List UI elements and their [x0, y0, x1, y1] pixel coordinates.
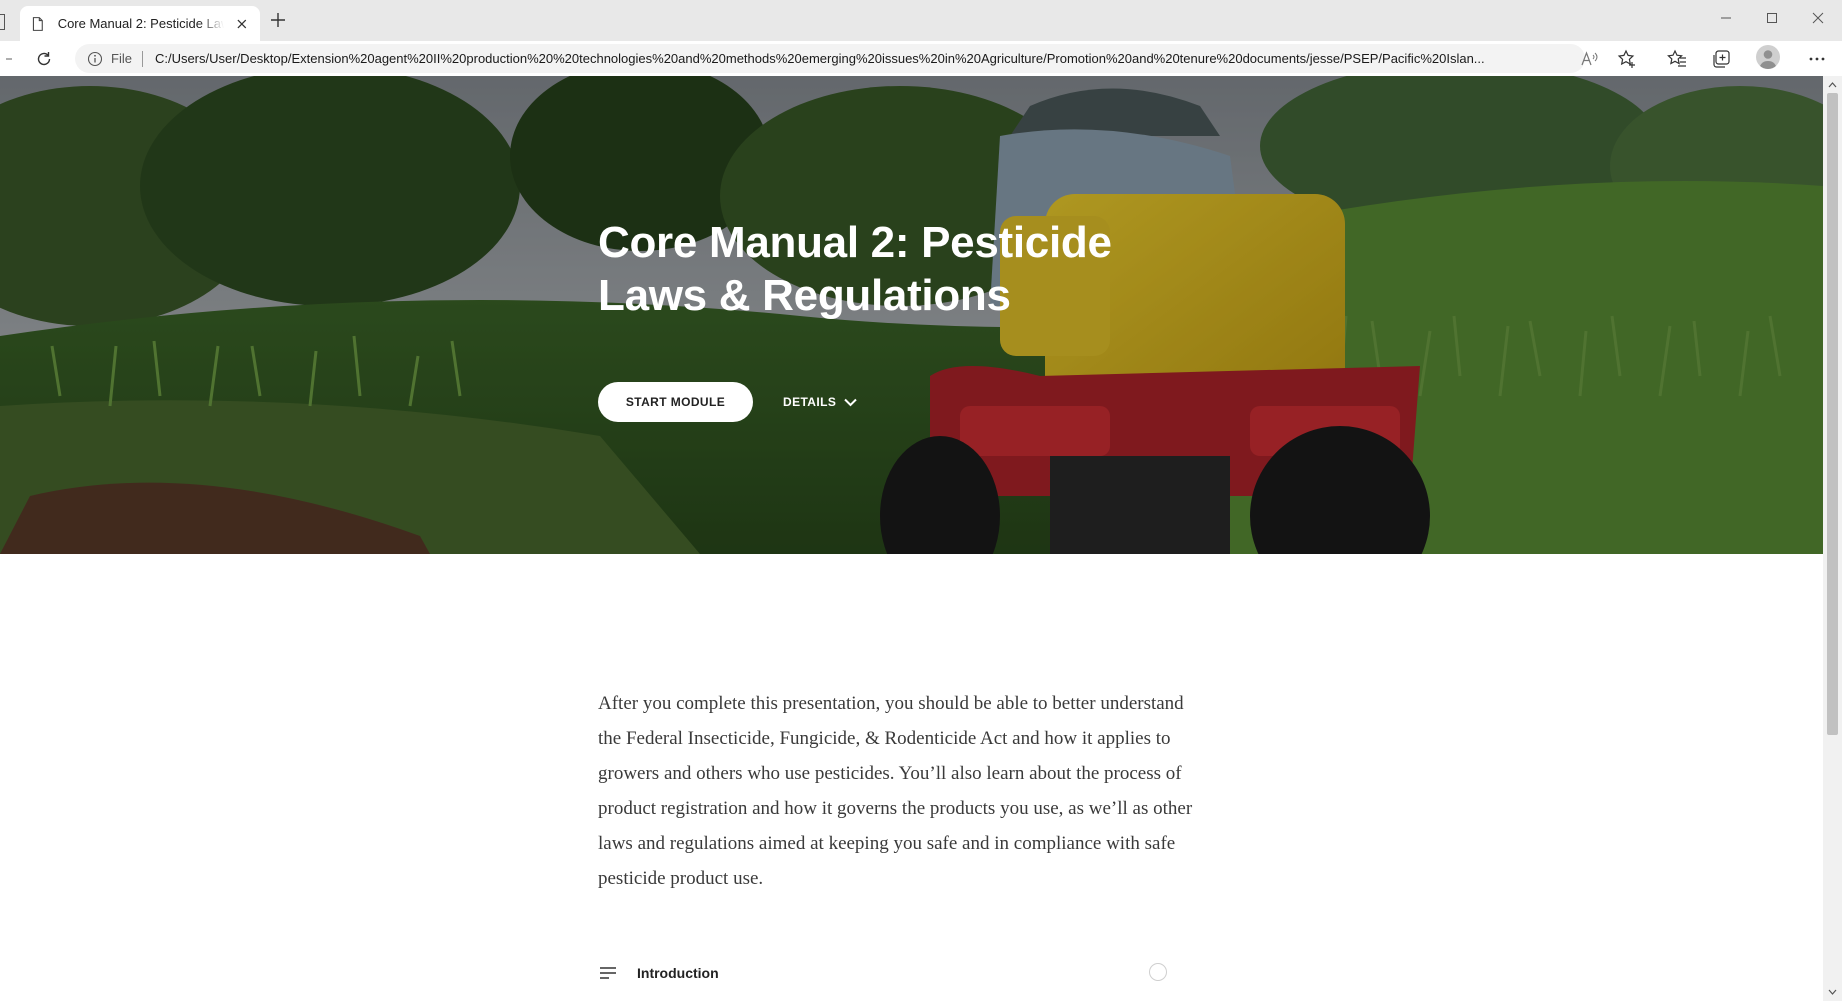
- module-title-line-1: Core Manual 2: Pesticide: [598, 218, 1112, 267]
- info-icon[interactable]: [87, 51, 103, 67]
- scroll-down-icon[interactable]: [1828, 987, 1837, 996]
- favorites-icon[interactable]: [1666, 48, 1688, 70]
- browser-tab-active[interactable]: Core Manual 2: Pesticide Laws & Regulati…: [20, 6, 260, 41]
- refresh-icon[interactable]: [33, 48, 55, 70]
- lesson-item-introduction[interactable]: Introduction: [598, 960, 1173, 986]
- module-title-line-2: Laws & Regulations: [598, 271, 1011, 320]
- details-toggle[interactable]: DETAILS: [783, 395, 857, 409]
- url-text[interactable]: C:/Users/User/Desktop/Extension%20agent%…: [155, 51, 1550, 66]
- scroll-up-icon[interactable]: [1828, 80, 1837, 89]
- minimize-icon[interactable]: [1711, 8, 1741, 28]
- module-hero: Core Manual 2: Pesticide Laws & Regulati…: [0, 76, 1823, 554]
- maximize-icon[interactable]: [1757, 8, 1787, 28]
- hero-title-block: Core Manual 2: Pesticide Laws & Regulati…: [598, 216, 1198, 322]
- back-icon[interactable]: [0, 48, 22, 70]
- scrollbar-thumb[interactable]: [1827, 93, 1838, 735]
- page-scrollbar[interactable]: [1823, 76, 1842, 1001]
- hero-actions: START MODULE DETAILS: [598, 382, 857, 422]
- read-aloud-icon[interactable]: [1579, 48, 1601, 70]
- start-module-button[interactable]: START MODULE: [598, 382, 753, 422]
- close-icon[interactable]: [234, 16, 250, 32]
- tab-title: Core Manual 2: Pesticide Laws & Regulati…: [57, 16, 225, 31]
- list-icon: [600, 967, 616, 979]
- module-description: After you complete this presentation, yo…: [598, 693, 1193, 889]
- page-icon: [32, 16, 43, 31]
- lesson-title: Introduction: [637, 965, 719, 981]
- address-separator: [141, 50, 143, 67]
- profile-icon[interactable]: [1756, 45, 1780, 69]
- chevron-down-icon: [844, 398, 857, 406]
- browser-titlebar: Core Manual 2: Pesticide Laws & Regulati…: [0, 0, 1842, 41]
- more-icon[interactable]: [1806, 48, 1828, 70]
- window-edge: [0, 14, 5, 30]
- module-title: Core Manual 2: Pesticide Laws & Regulati…: [598, 216, 1198, 322]
- details-label: DETAILS: [783, 395, 837, 409]
- lesson-status-indicator: [1149, 963, 1167, 981]
- collections-icon[interactable]: [1710, 48, 1732, 70]
- address-prefix: File: [111, 51, 132, 66]
- browser-toolbar: File C:/Users/User/Desktop/Extension%20a…: [0, 41, 1842, 77]
- address-bar[interactable]: File C:/Users/User/Desktop/Extension%20a…: [75, 44, 1585, 73]
- plus-icon[interactable]: [268, 10, 288, 30]
- close-window-icon[interactable]: [1803, 8, 1833, 28]
- add-favorite-icon[interactable]: [1616, 48, 1638, 70]
